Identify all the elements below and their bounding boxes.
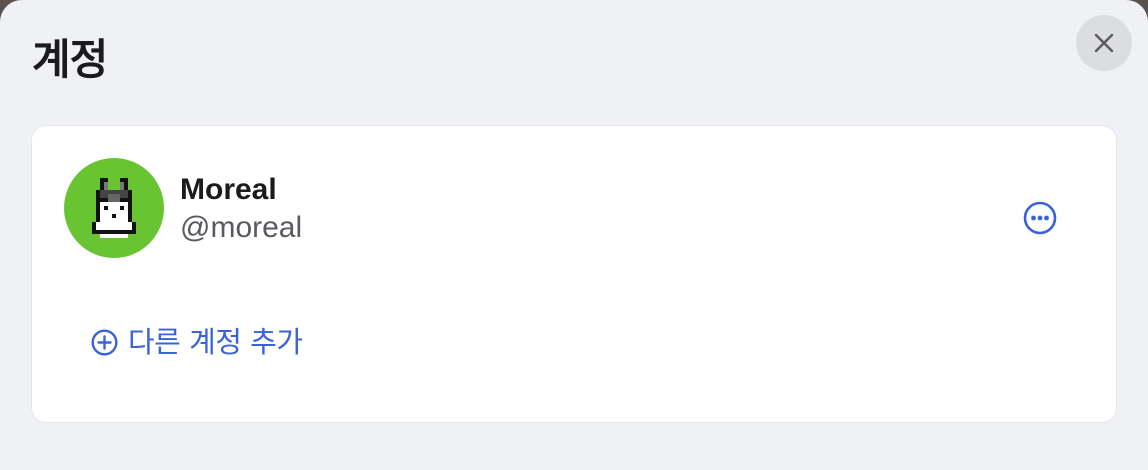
add-account-label: 다른 계정 추가 bbox=[128, 325, 303, 359]
account-handle: @moreal bbox=[180, 211, 303, 244]
plus-circle-icon bbox=[90, 328, 118, 356]
account-row[interactable]: Moreal @moreal bbox=[32, 126, 1116, 286]
accounts-sheet: 계정 Moreal @moreal 다른 계정 추가 bbox=[0, 0, 1148, 470]
close-button[interactable] bbox=[1076, 15, 1132, 71]
avatar bbox=[64, 158, 164, 258]
pixel-fox-avatar-icon bbox=[92, 178, 136, 238]
account-display-name: Moreal bbox=[180, 173, 277, 206]
accounts-card: Moreal @moreal 다른 계정 추가 bbox=[32, 126, 1116, 422]
close-icon bbox=[1094, 33, 1114, 53]
add-account-button[interactable]: 다른 계정 추가 bbox=[90, 322, 303, 362]
account-more-button[interactable] bbox=[1022, 200, 1058, 236]
page-title: 계정 bbox=[32, 35, 108, 84]
more-horizontal-circle-icon bbox=[1023, 201, 1057, 235]
